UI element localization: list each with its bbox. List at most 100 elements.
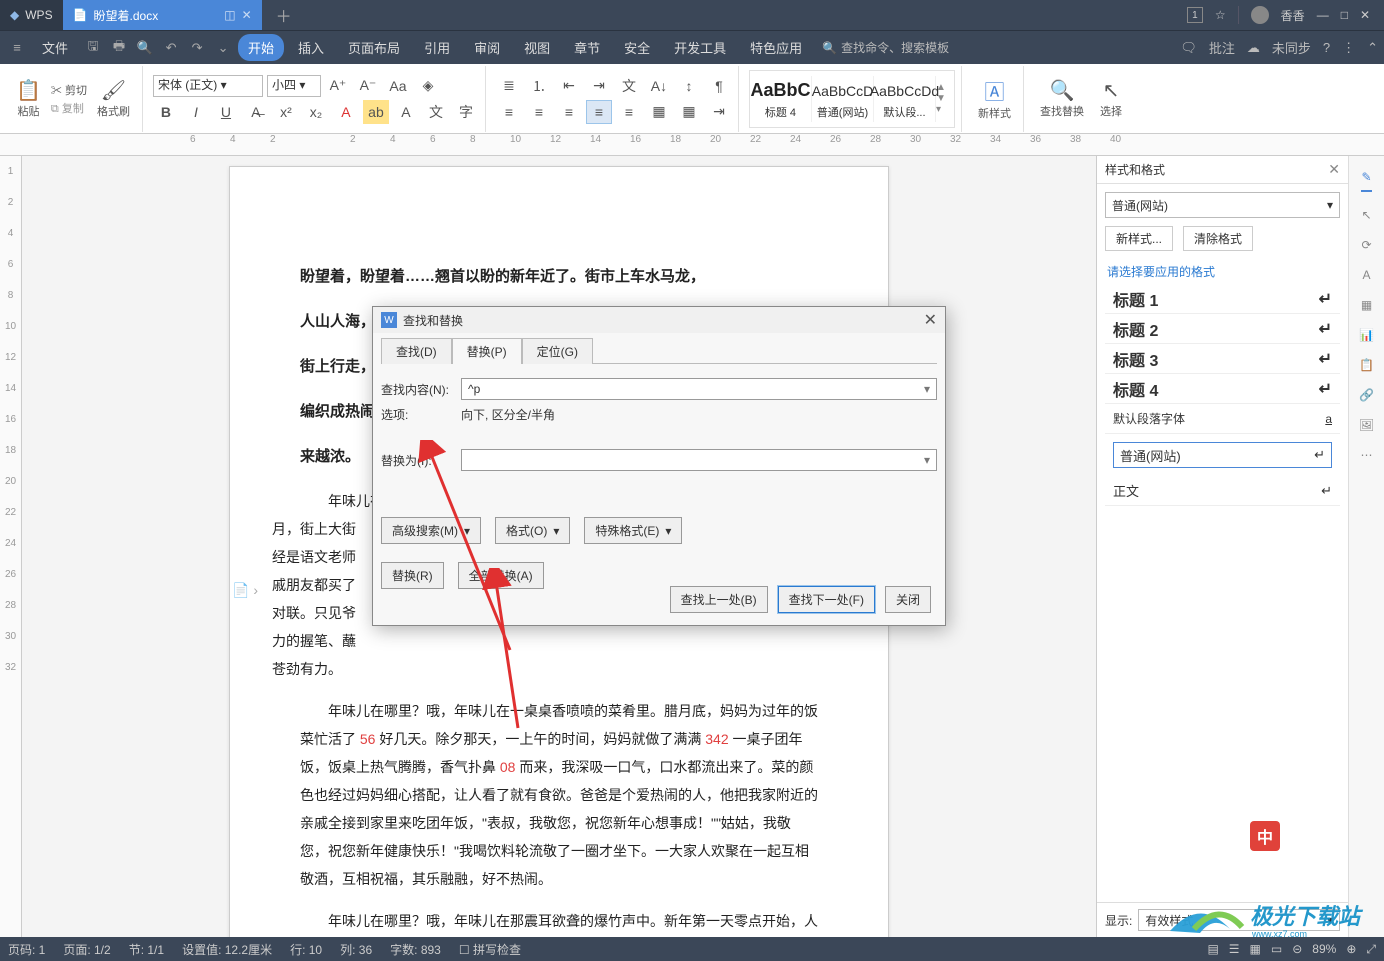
- help-icon[interactable]: ?: [1323, 40, 1330, 55]
- style-default-para[interactable]: AaBbCcDd默认段...: [874, 76, 936, 122]
- comment-icon[interactable]: 🗨: [1180, 40, 1197, 56]
- style-item-h1[interactable]: 标题 1↵: [1105, 284, 1340, 314]
- distribute-icon[interactable]: ≡: [616, 100, 642, 124]
- zoom-value[interactable]: 89%: [1312, 942, 1336, 956]
- style-item-h4[interactable]: 标题 4↵: [1105, 374, 1340, 404]
- style-item-normal-web[interactable]: 普通(网站)↵: [1113, 442, 1332, 468]
- more-tools-icon[interactable]: ⋯: [1361, 448, 1373, 462]
- align-left-icon[interactable]: ≡: [496, 100, 522, 124]
- dialog-tab-goto[interactable]: 定位(G): [522, 338, 593, 364]
- horizontal-ruler[interactable]: 642246810121416182022242628303234363840: [0, 134, 1384, 156]
- dialog-close-icon[interactable]: ✕: [924, 310, 937, 330]
- style-item-h3[interactable]: 标题 3↵: [1105, 344, 1340, 374]
- more-icon[interactable]: ⋮: [1342, 40, 1355, 56]
- ribbon-tab-references[interactable]: 引用: [414, 34, 460, 61]
- status-pageno[interactable]: 页码: 1: [8, 941, 45, 958]
- replace-button[interactable]: 替换(R): [381, 562, 444, 589]
- ribbon-tab-pagelayout[interactable]: 页面布局: [338, 34, 410, 61]
- view-outline-icon[interactable]: ☰: [1229, 942, 1240, 956]
- undo-icon[interactable]: ↶: [160, 40, 182, 56]
- dialog-tab-find[interactable]: 查找(D): [381, 338, 452, 364]
- ribbon-tab-review[interactable]: 审阅: [464, 34, 510, 61]
- status-row[interactable]: 行: 10: [290, 941, 322, 958]
- more-search-button[interactable]: 高级搜索(M) ▾: [381, 517, 481, 544]
- font-color-button[interactable]: A: [333, 100, 359, 124]
- tab-recent-icon[interactable]: ◫: [224, 8, 235, 22]
- indent-icon[interactable]: ⇥: [586, 74, 612, 98]
- view-read-icon[interactable]: ▭: [1271, 942, 1282, 956]
- ribbon-tab-sections[interactable]: 章节: [564, 34, 610, 61]
- save-icon[interactable]: 🖫: [82, 37, 104, 59]
- edit-icon[interactable]: ✎: [1361, 170, 1371, 192]
- window-maximize-icon[interactable]: □: [1341, 8, 1348, 22]
- styles-down-icon[interactable]: ▼: [936, 93, 954, 104]
- image-icon[interactable]: 🖼: [1359, 418, 1374, 432]
- new-style-button[interactable]: 🄰新样式: [972, 74, 1017, 123]
- copy-button[interactable]: ⧉ 复制: [51, 100, 87, 116]
- tabs-icon[interactable]: ⇥: [706, 100, 732, 124]
- overflow-icon[interactable]: ⌄: [212, 40, 234, 56]
- italic-button[interactable]: I: [183, 100, 209, 124]
- cursor-tool-icon[interactable]: ↖: [1361, 208, 1371, 222]
- menu-file[interactable]: 文件: [32, 34, 78, 61]
- zoom-inc-icon[interactable]: ⊕: [1346, 942, 1356, 956]
- ribbon-tab-devtools[interactable]: 开发工具: [664, 34, 736, 61]
- link-icon[interactable]: 🔗: [1359, 388, 1374, 402]
- outdent-icon[interactable]: ⇤: [556, 74, 582, 98]
- replace-with-input[interactable]: ▾: [461, 449, 937, 471]
- tile-1-icon[interactable]: 1: [1187, 7, 1203, 23]
- vertical-ruler[interactable]: 12468101214161820222426283032: [0, 156, 22, 937]
- dropdown-icon-2[interactable]: ▾: [924, 453, 930, 467]
- view-web-icon[interactable]: ▦: [1250, 942, 1261, 956]
- dialog-tab-replace[interactable]: 替换(P): [452, 338, 522, 364]
- ribbon-tab-featured[interactable]: 特色应用: [740, 34, 812, 61]
- styles-more-icon[interactable]: ▾: [936, 104, 954, 115]
- font-size-select[interactable]: 小四 ▾: [267, 75, 321, 97]
- style-normal-web[interactable]: AaBbCcD普通(网站): [812, 76, 874, 122]
- change-case-icon[interactable]: Aa: [385, 74, 411, 98]
- bold-button[interactable]: B: [153, 100, 179, 124]
- document-tab[interactable]: 📄 盼望着.docx ◫ ✕: [63, 0, 262, 30]
- preview-icon[interactable]: 🔍: [134, 40, 156, 56]
- align-center-icon[interactable]: ≡: [526, 100, 552, 124]
- sync-label[interactable]: 未同步: [1272, 38, 1311, 57]
- view-print-icon[interactable]: ▤: [1207, 942, 1218, 956]
- grid-icon[interactable]: ▦: [1361, 298, 1372, 312]
- clipboard-icon[interactable]: 📋: [1359, 358, 1374, 372]
- fit-icon[interactable]: ⤢: [1366, 942, 1376, 957]
- paste-button[interactable]: 📋粘贴: [10, 76, 47, 121]
- close-button[interactable]: 关闭: [885, 586, 931, 613]
- replace-all-button[interactable]: 全部替换(A): [458, 562, 544, 589]
- shading-icon[interactable]: ▦: [646, 100, 672, 124]
- format-button[interactable]: 格式(O) ▾: [495, 517, 570, 544]
- tab-close-icon[interactable]: ✕: [242, 8, 252, 22]
- align-right-icon[interactable]: ≡: [556, 100, 582, 124]
- refresh-icon[interactable]: ⟳: [1361, 238, 1371, 252]
- styles-up-icon[interactable]: ▲: [936, 82, 954, 93]
- font-panel-icon[interactable]: A: [1362, 268, 1370, 282]
- find-next-button[interactable]: 查找下一处(F): [778, 586, 875, 613]
- current-style-select[interactable]: 普通(网站) ▾: [1105, 192, 1340, 218]
- sort-icon[interactable]: A↓: [646, 74, 672, 98]
- ribbon-tab-security[interactable]: 安全: [614, 34, 660, 61]
- status-page[interactable]: 页面: 1/2: [63, 941, 110, 958]
- numbering-icon[interactable]: ⒈: [526, 74, 552, 98]
- status-col[interactable]: 列: 36: [340, 941, 372, 958]
- home-tab[interactable]: ◆ WPS: [0, 0, 63, 30]
- window-minimize-icon[interactable]: —: [1317, 8, 1329, 22]
- clear-format-button[interactable]: 清除格式: [1183, 226, 1253, 251]
- bullets-icon[interactable]: ≣: [496, 74, 522, 98]
- new-style-small-button[interactable]: 新样式...: [1105, 226, 1173, 251]
- format-painter-button[interactable]: 🖌格式刷: [91, 76, 136, 121]
- ime-indicator[interactable]: 中: [1250, 821, 1280, 851]
- find-prev-button[interactable]: 查找上一处(B): [670, 586, 768, 613]
- find-content-input[interactable]: ^p ▾: [461, 378, 937, 400]
- status-position[interactable]: 设置值: 12.2厘米: [182, 941, 272, 958]
- borders-icon[interactable]: ▦: [676, 100, 702, 124]
- ribbon-tab-insert[interactable]: 插入: [288, 34, 334, 61]
- status-section[interactable]: 节: 1/1: [129, 941, 164, 958]
- line-spacing-icon[interactable]: ↕: [676, 74, 702, 98]
- text-direction-icon[interactable]: 文: [616, 74, 642, 98]
- align-justify-icon[interactable]: ≡: [586, 100, 612, 124]
- command-search[interactable]: 🔍 查找命令、搜索模板: [822, 39, 949, 56]
